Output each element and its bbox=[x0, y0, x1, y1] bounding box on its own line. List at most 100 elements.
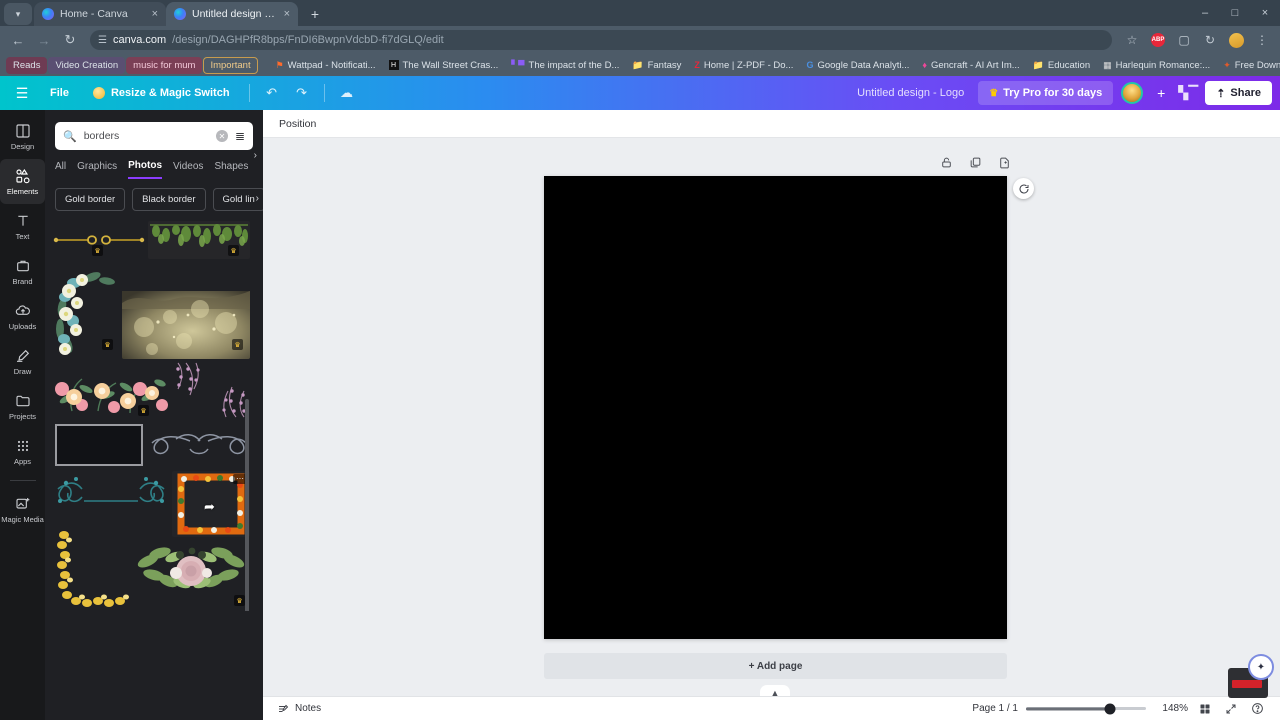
bookmark-google-data-analytics[interactable]: G Google Data Analyti... bbox=[800, 57, 915, 74]
zoom-knob[interactable] bbox=[1104, 703, 1116, 714]
result-gold-bokeh-frame-photo[interactable]: ♛ bbox=[122, 267, 250, 359]
bookmark-education-folder[interactable]: 📁 Education bbox=[1027, 57, 1096, 74]
bookmark-fantasy-folder[interactable]: 📁 Fantasy bbox=[626, 57, 687, 74]
bookmark-harlequin-romance[interactable]: ▦ Harlequin Romance:... bbox=[1097, 57, 1216, 74]
bookmark-wattpad[interactable]: ⚑ Wattpad - Notificati... bbox=[270, 57, 382, 74]
grid-view-icon[interactable] bbox=[1196, 700, 1214, 718]
bookmark-wall-street-crash[interactable]: H The Wall Street Cras... bbox=[383, 57, 505, 74]
browser-menu-icon[interactable]: ⋮ bbox=[1250, 28, 1274, 52]
position-button[interactable]: Position bbox=[279, 118, 316, 130]
back-icon[interactable]: ← bbox=[6, 28, 30, 52]
sparkle-icon[interactable]: ✦ bbox=[1248, 654, 1274, 680]
magic-media-icon bbox=[15, 497, 29, 509]
zoom-slider[interactable] bbox=[1026, 702, 1146, 716]
add-page-icon[interactable] bbox=[997, 155, 1012, 170]
keyboard-shortcut-widget[interactable]: ✦ bbox=[1228, 654, 1276, 698]
site-settings-icon[interactable]: ☰ bbox=[98, 35, 107, 46]
browser-tab-untitled-design[interactable]: Untitled design - Logo × bbox=[166, 2, 298, 26]
books-icon: ✦ bbox=[1223, 59, 1231, 70]
clear-icon[interactable]: ✕ bbox=[215, 130, 228, 142]
result-green-ivy-vine-border[interactable]: ♛ bbox=[148, 221, 250, 259]
bookmark-reads[interactable]: Reads bbox=[6, 56, 48, 74]
add-collaborator-icon[interactable]: + bbox=[1151, 83, 1171, 103]
green-leaf-rose-swag-image bbox=[137, 547, 245, 589]
document-title[interactable]: Untitled design - Logo bbox=[857, 87, 964, 99]
fullscreen-icon[interactable] bbox=[1222, 700, 1240, 718]
sidebar-item-magic-media[interactable]: Magic Media bbox=[0, 487, 45, 532]
filter-sliders-icon[interactable]: ≣ bbox=[235, 129, 245, 143]
notes-button[interactable]: Notes bbox=[277, 703, 321, 715]
result-white-floral-corner[interactable]: ♛ bbox=[52, 267, 120, 359]
duplicate-icon[interactable] bbox=[968, 155, 983, 170]
tab-all[interactable]: All bbox=[55, 161, 66, 178]
reload-icon[interactable]: ↻ bbox=[58, 28, 82, 52]
sidebar-item-brand[interactable]: Brand bbox=[0, 249, 45, 294]
result-orange-flower-square-frame[interactable]: ⋯ ➦ bbox=[172, 471, 250, 537]
result-grey-ornament-divider[interactable] bbox=[148, 421, 250, 469]
panel-scrollbar[interactable] bbox=[245, 399, 249, 611]
sidebar-item-text[interactable]: Text bbox=[0, 204, 45, 249]
bookmark-gencraft[interactable]: ♦ Gencraft - AI Art Im... bbox=[916, 57, 1025, 74]
close-icon[interactable]: × bbox=[152, 8, 158, 20]
cloud-saved-icon[interactable]: ☁ bbox=[334, 81, 360, 105]
chevron-right-icon[interactable]: › bbox=[254, 150, 257, 161]
result-pink-lavender-corner[interactable] bbox=[172, 361, 250, 419]
redo-icon[interactable]: ↷ bbox=[289, 81, 315, 105]
tab-shapes[interactable]: Shapes bbox=[214, 161, 248, 178]
bookmark-free-download-books[interactable]: ✦ Free Download Books bbox=[1217, 57, 1280, 74]
design-canvas[interactable] bbox=[544, 176, 1007, 639]
tab-videos[interactable]: Videos bbox=[173, 161, 203, 178]
maximize-icon[interactable]: □ bbox=[1220, 0, 1250, 26]
file-menu-button[interactable]: File bbox=[40, 81, 79, 105]
browser-tab-home-canva[interactable]: Home - Canva × bbox=[34, 2, 166, 26]
sidebar-item-design[interactable]: Design bbox=[0, 114, 45, 159]
forward-icon[interactable]: → bbox=[32, 28, 56, 52]
result-green-leaf-rose-swag[interactable]: ♛ bbox=[134, 529, 250, 611]
rotate-icon[interactable] bbox=[1013, 178, 1034, 199]
bookmark-important[interactable]: Important bbox=[203, 56, 258, 74]
extensions-icon[interactable]: ▢ bbox=[1172, 28, 1196, 52]
sidebar-item-draw[interactable]: Draw bbox=[0, 339, 45, 384]
result-pink-flowers-corner[interactable]: ♛ bbox=[52, 361, 170, 419]
chip-gold-border[interactable]: Gold border bbox=[55, 188, 126, 211]
adblock-extension-icon[interactable]: ABP bbox=[1146, 28, 1170, 52]
bookmark-impact-of-d[interactable]: ▘▀ The impact of the D... bbox=[505, 57, 625, 74]
insights-icon[interactable]: ▚▔ bbox=[1175, 81, 1201, 105]
hamburger-icon[interactable]: ☰ bbox=[8, 81, 36, 105]
file-label: File bbox=[50, 87, 69, 99]
add-page-button[interactable]: + Add page bbox=[544, 653, 1007, 679]
bookmark-music-for-mum[interactable]: music for mum bbox=[126, 56, 203, 74]
avatar[interactable] bbox=[1121, 82, 1144, 104]
help-icon[interactable] bbox=[1248, 700, 1266, 718]
new-tab-button[interactable]: + bbox=[304, 3, 326, 25]
close-icon[interactable]: × bbox=[284, 8, 290, 20]
chip-black-border[interactable]: Black border bbox=[132, 188, 206, 211]
chevron-right-icon[interactable]: › bbox=[256, 193, 259, 204]
result-teal-ornament-divider[interactable] bbox=[52, 471, 170, 527]
profile-avatar-icon[interactable] bbox=[1224, 28, 1248, 52]
result-yellow-petal-corner[interactable] bbox=[52, 529, 132, 611]
lock-icon[interactable] bbox=[939, 155, 954, 170]
sidebar-item-uploads[interactable]: Uploads bbox=[0, 294, 45, 339]
history-icon[interactable]: ↻ bbox=[1198, 28, 1222, 52]
tab-graphics[interactable]: Graphics bbox=[77, 161, 117, 178]
share-button[interactable]: ⇡ Share bbox=[1205, 81, 1272, 105]
bookmark-z-pdf[interactable]: Z Home | Z-PDF - Do... bbox=[688, 57, 799, 74]
try-pro-button[interactable]: ♛ Try Pro for 30 days bbox=[978, 81, 1114, 105]
result-gold-swirl-divider[interactable]: ♛ bbox=[52, 221, 146, 259]
resize-magic-switch-button[interactable]: Resize & Magic Switch bbox=[83, 81, 240, 105]
tab-search-icon[interactable]: ▾ bbox=[4, 3, 32, 25]
sidebar-item-elements[interactable]: Elements bbox=[0, 159, 45, 204]
filter-chips: Gold border Black border Gold lin › bbox=[45, 179, 263, 211]
sidebar-item-apps[interactable]: Apps bbox=[0, 429, 45, 474]
bookmark-video-creation[interactable]: Video Creation bbox=[48, 56, 126, 74]
result-black-rectangle-frame[interactable] bbox=[52, 421, 146, 469]
sidebar-item-projects[interactable]: Projects bbox=[0, 384, 45, 429]
tab-photos[interactable]: Photos bbox=[128, 160, 163, 179]
close-window-icon[interactable]: × bbox=[1250, 0, 1280, 26]
address-bar[interactable]: ☰ canva.com/design/DAGHPfR8bps/FnDI6Bwpn… bbox=[90, 30, 1112, 50]
bookmark-star-icon[interactable]: ☆ bbox=[1120, 28, 1144, 52]
undo-icon[interactable]: ↶ bbox=[259, 81, 285, 105]
search-input[interactable]: 🔍 borders ✕ ≣ bbox=[55, 122, 253, 150]
minimize-icon[interactable]: – bbox=[1190, 0, 1220, 26]
